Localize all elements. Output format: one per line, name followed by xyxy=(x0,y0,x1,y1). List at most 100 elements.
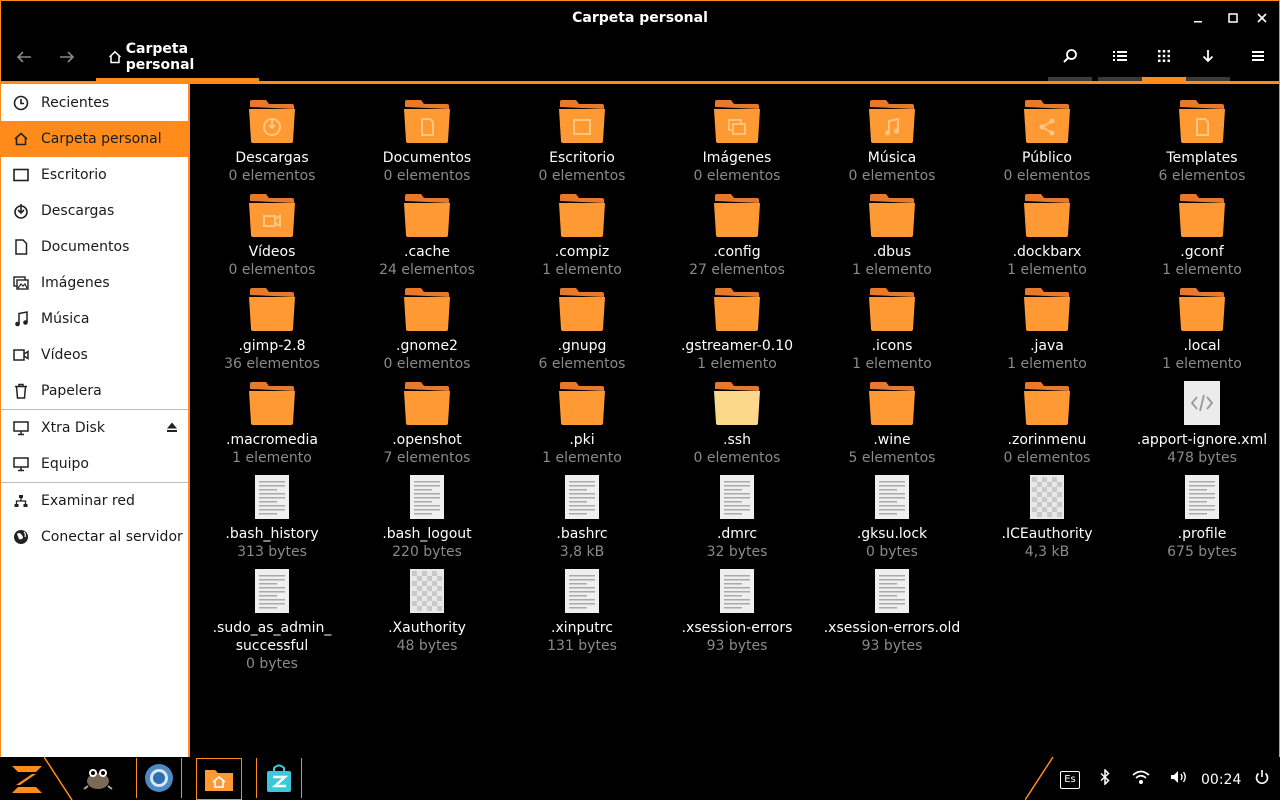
folder-icon xyxy=(403,285,451,333)
file-item[interactable]: .dmrc 32 bytes xyxy=(660,473,815,562)
file-item[interactable]: .Xauthority 48 bytes xyxy=(350,567,505,656)
file-item[interactable]: .profile 675 bytes xyxy=(1125,473,1280,562)
file-item[interactable]: .gimp-2.8 36 elementos xyxy=(195,285,350,374)
file-item[interactable]: .bashrc 3,8 kB xyxy=(505,473,660,562)
close-button[interactable] xyxy=(1251,7,1273,29)
sidebar-item-conectar-servidor[interactable]: Conectar al servidor xyxy=(1,519,188,555)
desktop-icon xyxy=(13,168,29,182)
file-item[interactable]: .wine 5 elementos xyxy=(815,379,970,468)
sidebar-item-videos[interactable]: Vídeos xyxy=(1,337,188,373)
maximize-button[interactable] xyxy=(1222,7,1244,29)
file-item[interactable]: .gksu.lock 0 bytes xyxy=(815,473,970,562)
breadcrumb-home[interactable]: Carpeta personal xyxy=(96,35,259,81)
sidebar-item-imagenes[interactable]: Imágenes xyxy=(1,265,188,301)
file-name: .macromedia xyxy=(226,432,318,448)
minimize-button[interactable] xyxy=(1187,7,1209,29)
file-item[interactable]: .bash_logout 220 bytes xyxy=(350,473,505,562)
text-file-icon xyxy=(713,567,761,615)
file-name: .Xauthority xyxy=(388,620,466,636)
volume-icon[interactable] xyxy=(1170,769,1188,789)
file-item[interactable]: .dockbarx 1 elemento xyxy=(970,191,1125,280)
sidebar-item-musica[interactable]: Música xyxy=(1,301,188,337)
folder-download-icon xyxy=(248,97,296,145)
file-item[interactable]: .sudo_as_admin_ successful 0 bytes xyxy=(195,567,350,674)
file-info: 0 elementos xyxy=(383,168,471,184)
file-item[interactable]: .icons 1 elemento xyxy=(815,285,970,374)
grid-view-button[interactable] xyxy=(1142,35,1186,81)
file-name: .cache xyxy=(404,244,450,260)
file-item[interactable]: .xinputrc 131 bytes xyxy=(505,567,660,656)
taskbar-gimp[interactable] xyxy=(74,758,122,798)
file-info: 24 elementos xyxy=(379,262,475,278)
file-item[interactable]: Imágenes 0 elementos xyxy=(660,97,815,186)
file-name: .xinputrc xyxy=(551,620,613,636)
file-item[interactable]: Descargas 0 elementos xyxy=(195,97,350,186)
sidebar-item-examinar-red[interactable]: Examinar red xyxy=(1,483,188,519)
file-item[interactable]: .local 1 elemento xyxy=(1125,285,1280,374)
list-view-button[interactable] xyxy=(1098,35,1142,81)
file-item[interactable]: Música 0 elementos xyxy=(815,97,970,186)
file-item[interactable]: .zorinmenu 0 elementos xyxy=(970,379,1125,468)
back-button[interactable] xyxy=(9,45,39,69)
file-manager-window: Carpeta personal Carpeta personal Recien… xyxy=(0,0,1280,758)
text-file-icon xyxy=(868,567,916,615)
forward-button[interactable] xyxy=(52,45,82,69)
file-item[interactable]: Escritorio 0 elementos xyxy=(505,97,660,186)
file-item[interactable]: .dbus 1 elemento xyxy=(815,191,970,280)
chromium-icon xyxy=(145,764,173,792)
sidebar-item-carpeta-personal[interactable]: Carpeta personal xyxy=(1,121,188,157)
file-item[interactable]: .gnupg 6 elementos xyxy=(505,285,660,374)
folder-documents-icon xyxy=(403,97,451,145)
clock[interactable]: 00:24 xyxy=(1201,772,1241,788)
sidebar-item-recientes[interactable]: Recientes xyxy=(1,85,188,121)
file-item[interactable]: .config 27 elementos xyxy=(660,191,815,280)
file-item[interactable]: .cache 24 elementos xyxy=(350,191,505,280)
binary-file-icon xyxy=(1023,473,1071,521)
file-item[interactable]: Templates 6 elementos xyxy=(1125,97,1280,186)
keyboard-layout-indicator[interactable]: Es xyxy=(1060,771,1080,789)
file-item[interactable]: Público 0 elementos xyxy=(970,97,1125,186)
sidebar-item-escritorio[interactable]: Escritorio xyxy=(1,157,188,193)
file-item[interactable]: .openshot 7 elementos xyxy=(350,379,505,468)
video-icon xyxy=(13,349,29,361)
sidebar-item-descargas[interactable]: Descargas xyxy=(1,193,188,229)
power-icon[interactable] xyxy=(1255,769,1269,789)
taskbar-files[interactable] xyxy=(196,758,242,800)
sidebar-item-xtra-disk[interactable]: Xtra Disk xyxy=(1,410,188,446)
taskbar-chromium[interactable] xyxy=(136,758,182,798)
sidebar-item-documentos[interactable]: Documentos xyxy=(1,229,188,265)
file-item[interactable]: .compiz 1 elemento xyxy=(505,191,660,280)
menu-button[interactable] xyxy=(1236,35,1280,81)
bluetooth-icon[interactable] xyxy=(1099,768,1111,789)
eject-icon[interactable] xyxy=(166,421,178,437)
text-file-icon xyxy=(403,473,451,521)
file-item[interactable]: .ICEauthority 4,3 kB xyxy=(970,473,1125,562)
taskbar-software-store[interactable] xyxy=(256,758,302,798)
search-button[interactable] xyxy=(1048,35,1092,81)
text-file-icon xyxy=(558,473,606,521)
title-bar[interactable]: Carpeta personal xyxy=(1,1,1279,35)
sidebar-item-equipo[interactable]: Equipo xyxy=(1,446,188,482)
file-item[interactable]: .ssh 0 elementos xyxy=(660,379,815,468)
file-item[interactable]: .java 1 elemento xyxy=(970,285,1125,374)
file-item[interactable]: .xsession-errors 93 bytes xyxy=(660,567,815,656)
search-icon xyxy=(1063,49,1077,63)
file-item[interactable]: .bash_history 313 bytes xyxy=(195,473,350,562)
folder-icon xyxy=(713,285,761,333)
file-info: 0 elementos xyxy=(538,168,626,184)
file-item[interactable]: .pki 1 elemento xyxy=(505,379,660,468)
xml-file-icon xyxy=(1178,379,1226,427)
file-info: 6 elementos xyxy=(538,356,626,372)
sidebar-item-papelera[interactable]: Papelera xyxy=(1,373,188,409)
sort-button[interactable] xyxy=(1186,35,1230,81)
file-name: .zorinmenu xyxy=(1007,432,1087,448)
wifi-icon[interactable] xyxy=(1132,769,1150,789)
file-item[interactable]: .gconf 1 elemento xyxy=(1125,191,1280,280)
file-item[interactable]: .macromedia 1 elemento xyxy=(195,379,350,468)
file-item[interactable]: Vídeos 0 elementos xyxy=(195,191,350,280)
file-item[interactable]: Documentos 0 elementos xyxy=(350,97,505,186)
file-item[interactable]: .xsession-errors.old 93 bytes xyxy=(815,567,970,656)
file-item[interactable]: .gstreamer-0.10 1 elemento xyxy=(660,285,815,374)
file-item[interactable]: .gnome2 0 elementos xyxy=(350,285,505,374)
file-item[interactable]: .apport-ignore.xml 478 bytes xyxy=(1125,379,1280,468)
